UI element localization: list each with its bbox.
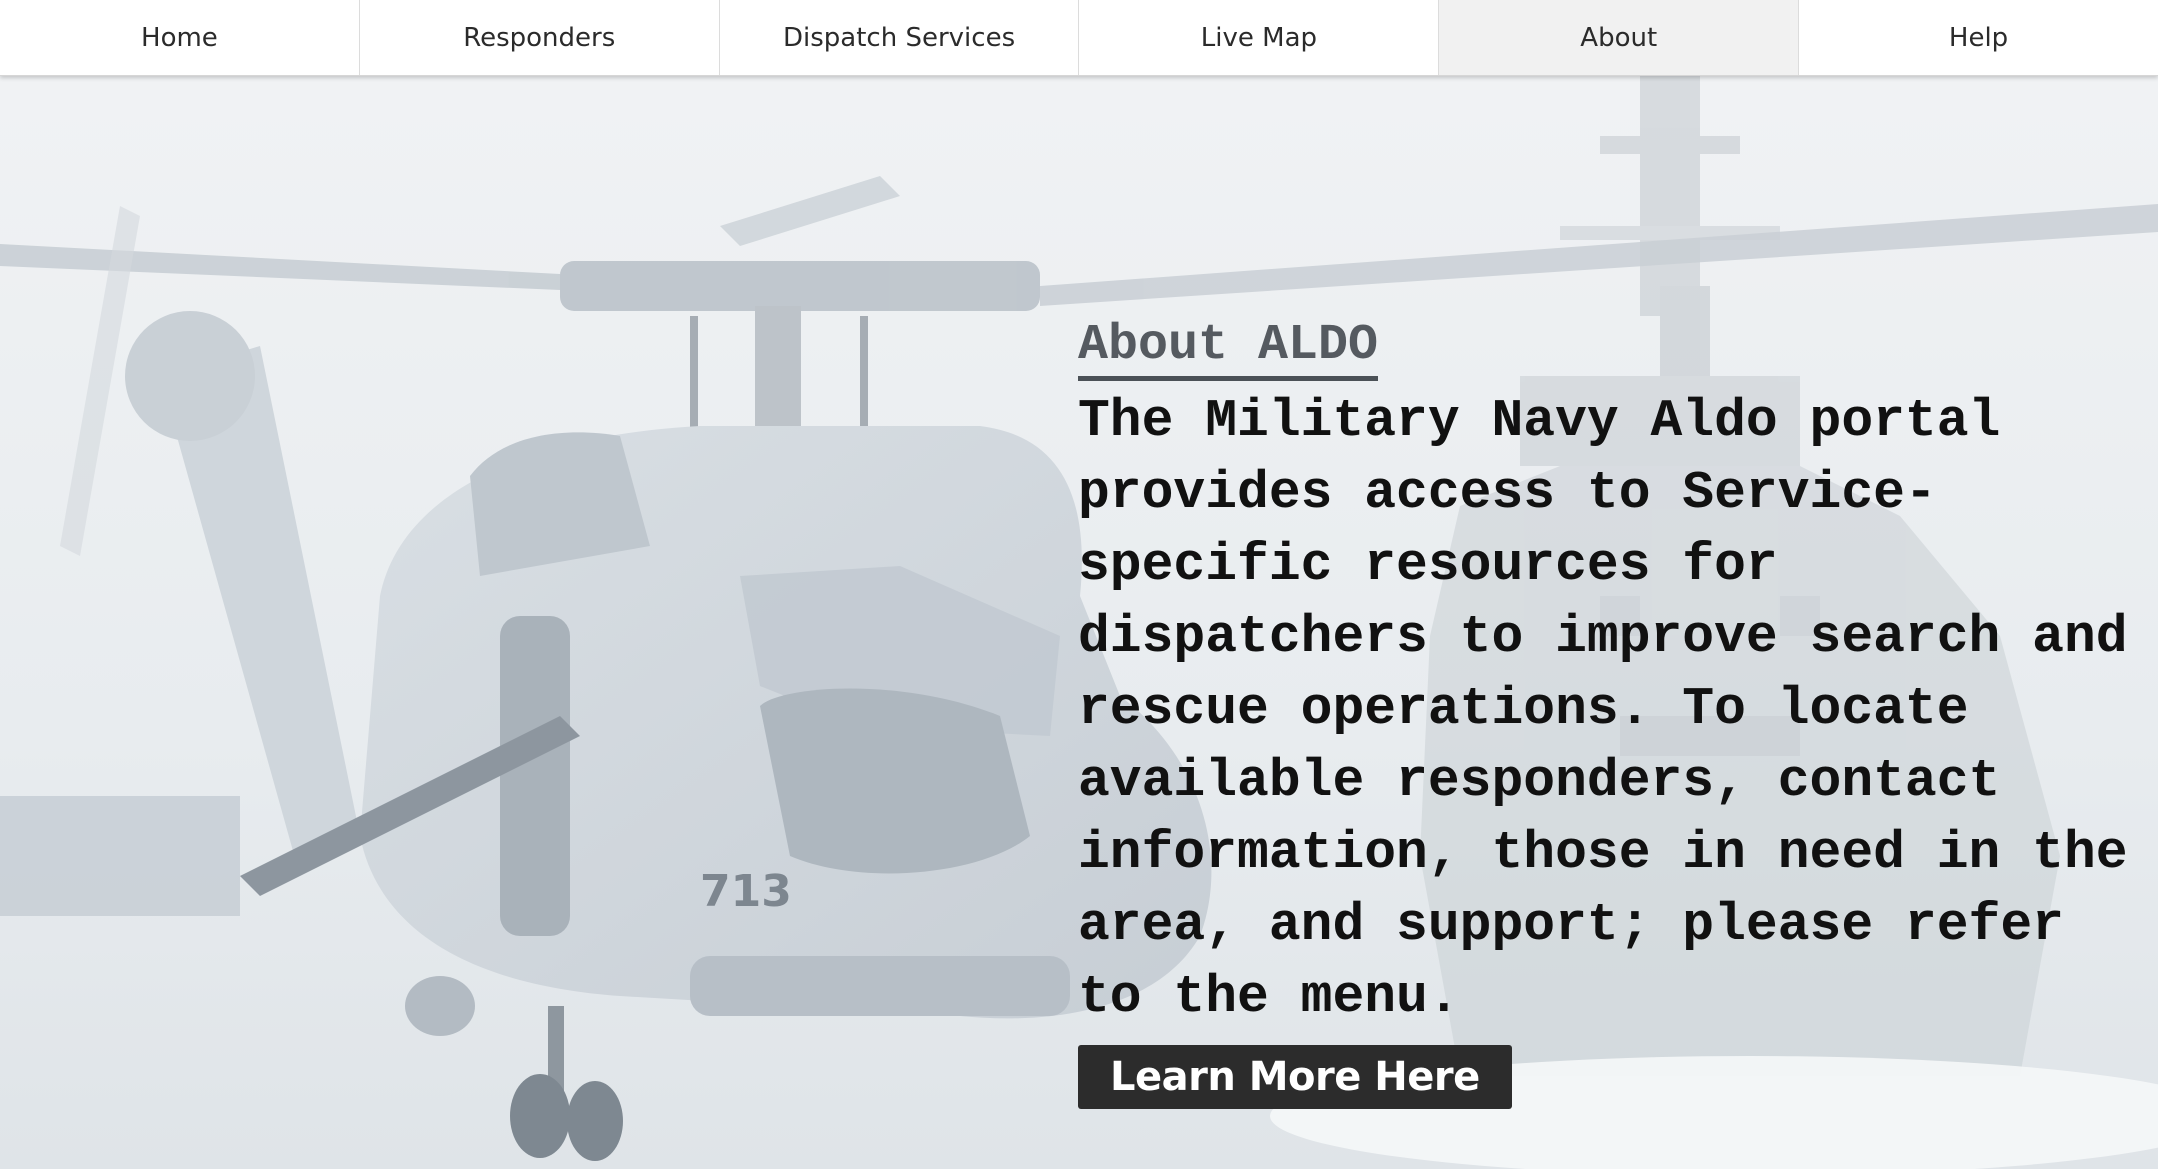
helicopter-number: 713: [700, 866, 792, 917]
nav-item-dispatch-services[interactable]: Dispatch Services: [720, 0, 1080, 75]
nav-item-live-map[interactable]: Live Map: [1079, 0, 1440, 75]
nav-item-help[interactable]: Help: [1799, 0, 2158, 75]
about-description: The Military Navy Aldo portal provides a…: [1078, 391, 2128, 1027]
top-navigation: Home Responders Dispatch Services Live M…: [0, 0, 2158, 76]
nav-item-responders[interactable]: Responders: [360, 0, 720, 75]
about-title: About ALDO: [1078, 318, 1379, 381]
nav-item-about[interactable]: About: [1439, 0, 1800, 75]
nav-item-home[interactable]: Home: [0, 0, 360, 75]
hero-section: 713 About ALDO The Military Navy Aldo po…: [0, 76, 2158, 1169]
about-content: About ALDO The Military Navy Aldo portal…: [1078, 318, 2153, 1109]
learn-more-button[interactable]: Learn More Here: [1078, 1045, 1512, 1109]
